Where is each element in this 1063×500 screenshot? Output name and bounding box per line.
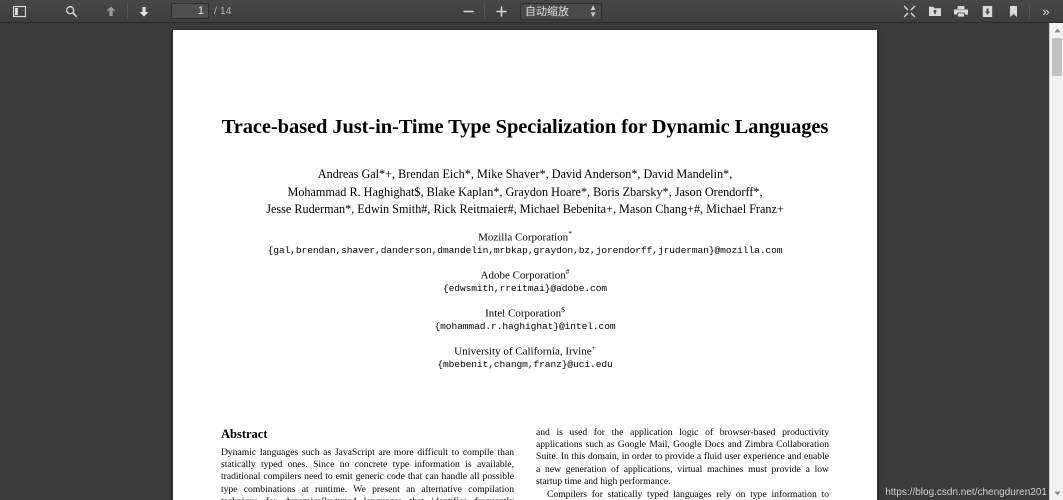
paper-authors: Andreas Gal*+, Brendan Eich*, Mike Shave… xyxy=(221,166,829,218)
page-number-input[interactable] xyxy=(171,3,209,19)
affiliation-marker: # xyxy=(566,267,570,276)
zoom-spinner-icon: ▲▼ xyxy=(589,4,597,18)
affiliation-label: Intel Corporation xyxy=(485,308,561,320)
affiliation-adobe: Adobe Corporation# {edwsmith,rreitmai}@a… xyxy=(221,267,829,296)
affiliation-label: University of California, Irvine xyxy=(454,346,591,358)
affiliation-label: Adobe Corporation xyxy=(481,270,566,282)
affiliation-uci: University of California, Irvine+ {mbebe… xyxy=(221,343,829,372)
abstract-heading: Abstract xyxy=(221,427,514,442)
bookmark-icon[interactable] xyxy=(1001,2,1025,21)
affiliation-name: Mozilla Corporation* xyxy=(221,229,829,245)
right-column-paragraph-1: and is used for the application logic of… xyxy=(536,427,829,489)
abstract-text: Dynamic languages such as JavaScript are… xyxy=(221,447,514,500)
previous-page-icon[interactable] xyxy=(99,2,123,21)
paper-title: Trace-based Just-in-Time Type Specializa… xyxy=(221,115,829,139)
scrollbar-thumb[interactable] xyxy=(1052,38,1062,76)
affiliation-marker: * xyxy=(568,229,572,238)
left-column: Abstract Dynamic languages such as JavaS… xyxy=(221,427,514,500)
affiliation-email: {mohammad.r.haghighat}@intel.com xyxy=(221,321,829,334)
affiliation-name: University of California, Irvine+ xyxy=(221,343,829,359)
scrollbar-up-arrow-icon[interactable] xyxy=(1050,23,1063,37)
toolbar-divider-1 xyxy=(127,4,128,19)
toolbar-right-group: » xyxy=(896,0,1059,22)
affiliation-marker: $ xyxy=(561,305,565,314)
author-line-1: Andreas Gal*+, Brendan Eich*, Mike Shave… xyxy=(221,166,829,183)
affiliation-name: Intel Corporation$ xyxy=(221,305,829,321)
open-file-icon[interactable] xyxy=(923,2,947,21)
toolbar-zoom-group: 自动缩放 ▲▼ xyxy=(455,0,602,22)
presentation-mode-icon[interactable] xyxy=(897,2,921,21)
affiliation-label: Mozilla Corporation xyxy=(478,232,568,244)
affiliation-marker: + xyxy=(592,343,596,352)
pdf-page-1: Trace-based Just-in-Time Type Specializa… xyxy=(173,30,877,500)
affiliation-name: Adobe Corporation# xyxy=(221,267,829,283)
zoom-level-value: 自动缩放 xyxy=(525,3,569,19)
search-icon[interactable] xyxy=(59,2,83,21)
toolbar-divider-3 xyxy=(1029,4,1030,19)
zoom-out-icon[interactable] xyxy=(456,2,480,21)
toolbar-divider-2 xyxy=(484,4,485,19)
sidebar-toggle-icon[interactable] xyxy=(7,2,31,21)
scrollbar-down-arrow-icon[interactable] xyxy=(1050,486,1063,500)
affiliation-intel: Intel Corporation$ {mohammad.r.haghighat… xyxy=(221,305,829,334)
download-icon[interactable] xyxy=(975,2,999,21)
paper-content: Trace-based Just-in-Time Type Specializa… xyxy=(173,115,877,500)
author-line-2: Mohammad R. Haghighat$, Blake Kaplan*, G… xyxy=(221,184,829,201)
next-page-icon[interactable] xyxy=(132,2,156,21)
right-column-paragraph-2: Compilers for statically typed languages… xyxy=(536,489,829,500)
page-count-label: / 14 xyxy=(214,5,232,17)
toolbar-left-group: / 14 xyxy=(0,0,232,22)
affiliation-email: {edwsmith,rreitmai}@adobe.com xyxy=(221,283,829,296)
author-line-3: Jesse Ruderman*, Edwin Smith#, Rick Reit… xyxy=(221,201,829,218)
right-column: and is used for the application logic of… xyxy=(536,427,829,500)
affiliation-mozilla: Mozilla Corporation* {gal,brendan,shaver… xyxy=(221,229,829,258)
zoom-level-select[interactable]: 自动缩放 ▲▼ xyxy=(520,3,602,20)
vertical-scrollbar[interactable] xyxy=(1049,23,1063,500)
zoom-in-icon[interactable] xyxy=(489,2,513,21)
pdf-viewer-container[interactable]: Trace-based Just-in-Time Type Specializa… xyxy=(0,23,1049,500)
affiliation-email: {gal,brendan,shaver,danderson,dmandelin,… xyxy=(221,245,829,258)
pdf-toolbar: / 14 自动缩放 ▲▼ xyxy=(0,0,1063,23)
affiliation-email: {mbebenit,changm,franz}@uci.edu xyxy=(221,359,829,372)
more-tools-icon[interactable]: » xyxy=(1034,2,1058,21)
print-icon[interactable] xyxy=(949,2,973,21)
paper-two-column-body: Abstract Dynamic languages such as JavaS… xyxy=(221,427,829,500)
